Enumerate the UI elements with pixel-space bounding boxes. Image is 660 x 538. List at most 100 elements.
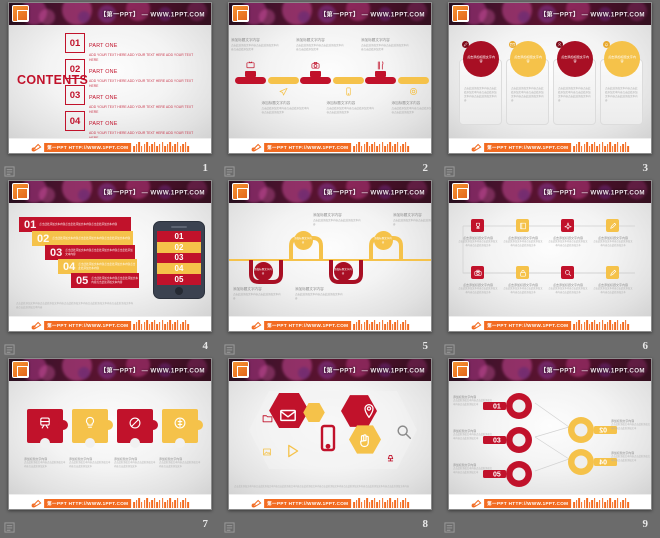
puzzle-piece[interactable] (72, 409, 113, 448)
flow-grid-slide[interactable]: 【第一PPT】 — WWW.1PPT.COM 点击添加标题文字内容 点击此处添加… (448, 180, 652, 332)
ppt-logo-icon (12, 5, 29, 22)
wave-bubble[interactable]: 添加标题文字内容 (293, 231, 313, 250)
thumbnail-cell[interactable]: 【第一PPT】 — WWW.1PPT.COM 01 点击此处添加文本内容点击此处… (0, 178, 220, 356)
puzzle-piece[interactable] (117, 409, 158, 448)
key-shape[interactable]: 02 (561, 415, 617, 445)
footer-stripes (573, 142, 629, 152)
phone-home-button[interactable] (175, 287, 183, 295)
footer-stripes (573, 498, 629, 508)
band-number: 03 (50, 246, 63, 259)
slide-number: 4 (202, 340, 209, 352)
flow-icon-box[interactable] (606, 219, 619, 232)
card-body-text: 点击此处添加文本内容点击此处添加文本内容点击此处添加文本内容点击此处添加文本内容 (464, 87, 497, 102)
timeline-bar[interactable] (365, 77, 396, 84)
stacked-band[interactable]: 03 点击此处添加文本内容点击此处添加文本内容点击此处添加文本内容 (45, 245, 135, 260)
key-heading: 添加标题文字内容 (453, 395, 477, 399)
flow-text-block: 点击添加标题文字内容 点击此处添加文本内容点击此处添加文本内容点击此处添加文本 (593, 283, 633, 295)
flow-body: 点击此处添加文本内容点击此处添加文本内容点击此处添加文本 (593, 241, 633, 247)
key-heading: 添加标题文字内容 (611, 419, 635, 423)
wave-bubble[interactable]: 添加标题文字内容 (333, 262, 353, 281)
thumbnail-cell[interactable]: 【第一PPT】 — WWW.1PPT.COM 添加标题文字内容 点击此处添加文本… (220, 0, 440, 178)
book-icon (519, 222, 527, 230)
wave-bubble[interactable]: 添加标题文字内容 (373, 231, 393, 250)
flow-icon-box[interactable] (561, 266, 574, 279)
slide-header: 【第一PPT】 — WWW.1PPT.COM (449, 3, 651, 25)
flow-icon-box[interactable] (471, 266, 484, 279)
slide-body: 点击添加标题文字内容 点击此处添加文本内容点击此处添加文本内容点击此处添加文本 … (449, 203, 651, 316)
pencil-icon (251, 321, 262, 330)
wave-timeline-slide[interactable]: 【第一PPT】 — WWW.1PPT.COM 添加标题文字内容 添加标题文字内容… (228, 180, 432, 332)
key-diagram-slide[interactable]: 【第一PPT】 — WWW.1PPT.COM 01 添加标题文字内容 点击此处添… (448, 358, 652, 510)
thumbnail-cell[interactable]: 【第一PPT】 — WWW.1PPT.COM 点击此处添加文本内容点击此处添加文… (220, 356, 440, 534)
thumbnail-cell[interactable]: 【第一PPT】 — WWW.1PPT.COM 点击添加标题文字内容 点击此处添加… (440, 178, 660, 356)
timeline-bar[interactable] (267, 77, 299, 84)
timeline-body: 点击此处添加文本内容点击此处添加文本内容点击此处添加文本 (231, 44, 279, 51)
key-heading: 添加标题文字内容 (453, 463, 477, 467)
flow-icon-box[interactable] (561, 219, 574, 232)
circle-cards-slide[interactable]: 【第一PPT】 — WWW.1PPT.COM 点击添加标题文字内容 点击此处添加… (448, 2, 652, 154)
flow-icon-box[interactable] (516, 219, 529, 232)
timeline-bar[interactable] (397, 77, 429, 84)
phone-list-item[interactable]: 04 (157, 263, 201, 275)
flow-icon-box[interactable] (606, 266, 619, 279)
hex-yellow-1[interactable] (303, 403, 325, 422)
thumbnail-cell[interactable]: 【第一PPT】 — WWW.1PPT.COM CONTENTS 01 PART … (0, 0, 220, 178)
phone-list-item[interactable]: 02 (157, 241, 201, 253)
timeline-body: 点击此处添加文本内容点击此处添加文本内容点击此处添加文本 (261, 107, 310, 114)
play-icon (284, 443, 300, 459)
puzzle-text-block: 添加标题文字内容 点击此处添加文本内容点击此处添加文本内容点击此处添加文本 (114, 457, 156, 469)
stacked-band[interactable]: 02 点击此处添加文本内容点击此处添加文本内容点击此处添加文本内容 (32, 231, 133, 246)
bokeh-circle (259, 365, 276, 381)
slide-footer: 第一PPT HTTP://WWW.1PPT.COM (9, 494, 211, 509)
flow-heading: 点击添加标题文字内容 (462, 236, 493, 240)
thumbnail-cell[interactable]: 【第一PPT】 — WWW.1PPT.COM 01 添加标题文字内容 点击此处添… (440, 356, 660, 534)
key-text-block: 添加标题文字内容 点击此处添加文本内容点击此处添加文本内容点击此处添加文本 (453, 463, 493, 475)
phone-list-item[interactable]: 01 (157, 231, 201, 242)
flow-icon-box[interactable] (471, 219, 484, 232)
hexagon-icons-slide[interactable]: 【第一PPT】 — WWW.1PPT.COM 点击此处添加文本内容点击此处添加文… (228, 358, 432, 510)
slide-footer: 第一PPT HTTP://WWW.1PPT.COM (229, 138, 431, 153)
wave-bubble[interactable]: 添加标题文字内容 (253, 262, 273, 281)
flow-icon-box[interactable] (516, 266, 529, 279)
contents-number: 01 (65, 33, 85, 53)
bokeh-circle (517, 11, 530, 23)
bell-icon (604, 42, 609, 47)
slide-number: 1 (202, 162, 209, 174)
stacked-bars-phone-slide[interactable]: 【第一PPT】 — WWW.1PPT.COM 01 点击此处添加文本内容点击此处… (8, 180, 212, 332)
puzzle-pieces-slide[interactable]: 【第一PPT】 — WWW.1PPT.COM 添加标题文字内容 点击此处添加文本… (8, 358, 212, 510)
slide-number: 3 (642, 162, 649, 174)
timeline-bar[interactable] (332, 77, 364, 84)
footer-stripes (133, 498, 189, 508)
footer-url: 第一PPT HTTP://WWW.1PPT.COM (484, 321, 572, 330)
lamp-icon (385, 451, 396, 462)
ppt-logo-icon (452, 183, 469, 200)
footer-stripes (353, 142, 409, 152)
key-text-block: 添加标题文字内容 点击此处添加文本内容点击此处添加文本内容点击此处添加文本 (611, 419, 651, 431)
key-shape[interactable]: 04 (561, 447, 617, 477)
stacked-band[interactable]: 04 点击此处添加文本内容点击此处添加文本内容点击此处添加文本内容 (58, 259, 137, 274)
thumbnail-corner-icon (4, 520, 15, 533)
puzzle-piece[interactable] (27, 409, 68, 448)
contents-row[interactable]: 04 PART ONE ADD YOUR TEXT HERE ADD YOUR … (65, 111, 197, 138)
timeline-bar[interactable] (235, 77, 266, 84)
thumbnail-cell[interactable]: 【第一PPT】 — WWW.1PPT.COM 添加标题文字内容 添加标题文字内容… (220, 178, 440, 356)
phone-list-item[interactable]: 03 (157, 252, 201, 264)
phone-list-item[interactable]: 05 (157, 274, 201, 285)
flow-heading: 点击添加标题文字内容 (462, 283, 493, 287)
wave-body: 点击此处添加文本内容点击此处添加文本内容 (313, 219, 361, 226)
contents-slide[interactable]: 【第一PPT】 — WWW.1PPT.COM CONTENTS 01 PART … (8, 2, 212, 154)
slide-header: 【第一PPT】 — WWW.1PPT.COM (9, 359, 211, 381)
bokeh-circle (517, 367, 530, 379)
timeline-bars-slide[interactable]: 【第一PPT】 — WWW.1PPT.COM 添加标题文字内容 点击此处添加文本… (228, 2, 432, 154)
header-watermark: 【第一PPT】 — WWW.1PPT.COM (539, 367, 645, 375)
band-text: 点击此处添加文本内容点击此处添加文本内容点击此处添加文本内容 (65, 248, 133, 256)
slide-footer: 第一PPT HTTP://WWW.1PPT.COM (449, 494, 651, 509)
thumbnail-cell[interactable]: 【第一PPT】 — WWW.1PPT.COM 添加标题文字内容 点击此处添加文本… (0, 356, 220, 534)
puzzle-piece[interactable] (162, 409, 203, 448)
thumbnail-cell[interactable]: 【第一PPT】 — WWW.1PPT.COM 点击添加标题文字内容 点击此处添加… (440, 0, 660, 178)
timeline-text-block: 添加标题文字内容 点击此处添加文本内容点击此处添加文本内容点击此处添加文本 (327, 101, 375, 115)
puzzle-notch (85, 438, 95, 448)
stacked-band[interactable]: 01 点击此处添加文本内容点击此处添加文本内容点击此处添加文本内容 (19, 217, 131, 232)
timeline-bar[interactable] (300, 77, 331, 84)
stacked-band[interactable]: 05 点击此处添加文本内容点击此处添加文本内容点击此处添加文本内容 (71, 273, 139, 288)
